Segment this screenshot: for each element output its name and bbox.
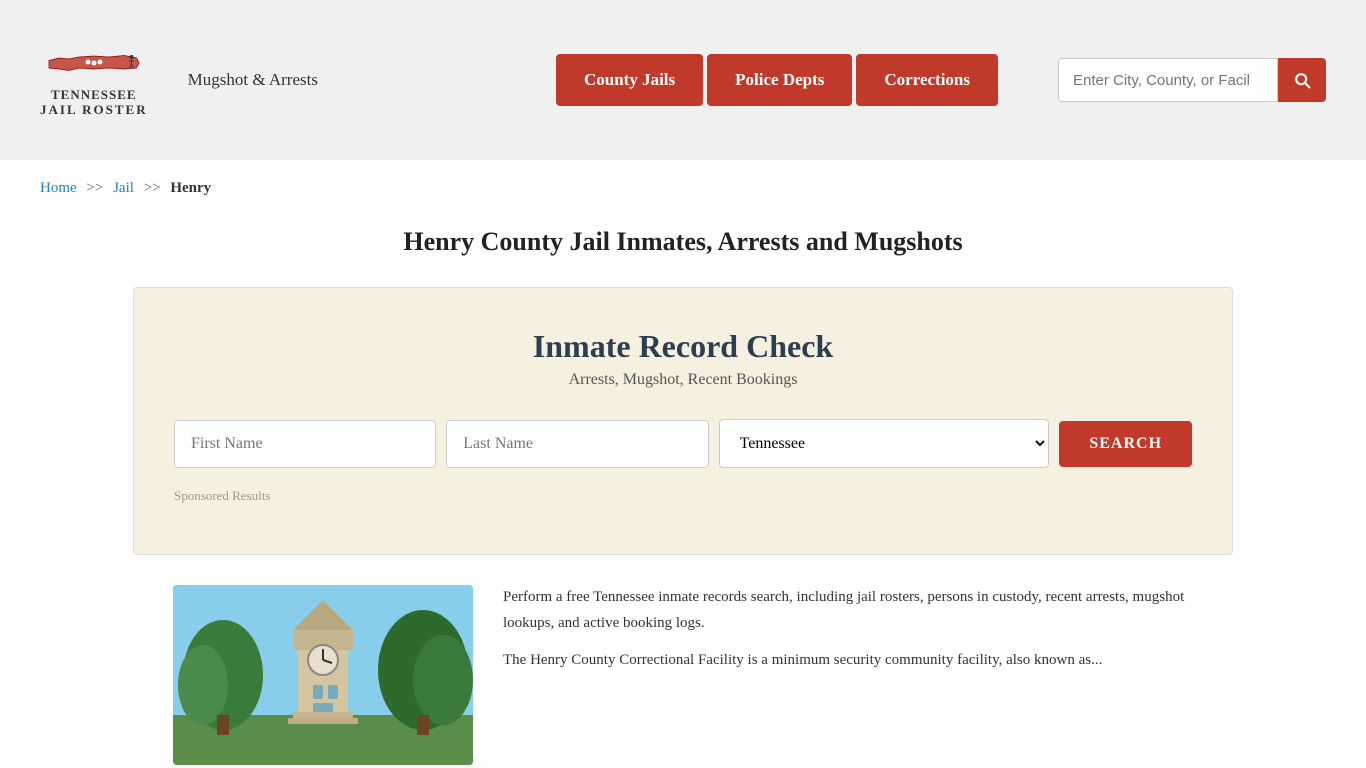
logo-line1: TENNESSEE: [40, 88, 148, 102]
content-section: Perform a free Tennessee inmate records …: [133, 585, 1233, 765]
courthouse-illustration: [173, 585, 473, 765]
content-text: Perform a free Tennessee inmate records …: [503, 585, 1193, 686]
header-search-input[interactable]: [1058, 58, 1278, 102]
sponsored-label: Sponsored Results: [174, 488, 1192, 504]
breadcrumb-current: Henry: [170, 180, 211, 196]
first-name-input[interactable]: [174, 420, 436, 468]
breadcrumb-sep-1: >>: [86, 180, 103, 196]
last-name-input[interactable]: [446, 420, 708, 468]
header-search-area: [1058, 58, 1326, 102]
logo-line2: JAIL ROSTER: [40, 103, 148, 117]
police-depts-button[interactable]: Police Depts: [707, 54, 852, 106]
inmate-search-form: Tennessee Alabama Arkansas Georgia Kentu…: [174, 419, 1192, 468]
content-paragraph-2: The Henry County Correctional Facility i…: [503, 648, 1193, 674]
mugshot-arrests-link[interactable]: Mugshot & Arrests: [188, 70, 318, 90]
breadcrumb-jail[interactable]: Jail: [113, 180, 134, 196]
breadcrumb-home[interactable]: Home: [40, 180, 77, 196]
logo-svg: [44, 43, 144, 88]
breadcrumb-sep-2: >>: [144, 180, 161, 196]
header-search-button[interactable]: [1278, 58, 1326, 102]
record-check-subtitle: Arrests, Mugshot, Recent Bookings: [174, 371, 1192, 389]
county-jails-button[interactable]: County Jails: [556, 54, 703, 106]
breadcrumb: Home >> Jail >> Henry: [0, 160, 1366, 217]
site-header: TENNESSEE JAIL ROSTER Mugshot & Arrests …: [0, 0, 1366, 160]
main-nav: County Jails Police Depts Corrections: [556, 54, 998, 106]
site-logo[interactable]: TENNESSEE JAIL ROSTER: [40, 43, 148, 117]
search-icon: [1292, 70, 1312, 90]
corrections-button[interactable]: Corrections: [856, 54, 998, 106]
state-select[interactable]: Tennessee Alabama Arkansas Georgia Kentu…: [719, 419, 1050, 468]
inmate-search-button[interactable]: SEARCH: [1059, 421, 1192, 467]
record-check-box: Inmate Record Check Arrests, Mugshot, Re…: [133, 287, 1233, 555]
logo-text: TENNESSEE JAIL ROSTER: [40, 88, 148, 117]
courthouse-image: [173, 585, 473, 765]
page-title: Henry County Jail Inmates, Arrests and M…: [40, 227, 1326, 257]
content-paragraph-1: Perform a free Tennessee inmate records …: [503, 585, 1193, 636]
record-check-title: Inmate Record Check: [174, 328, 1192, 365]
